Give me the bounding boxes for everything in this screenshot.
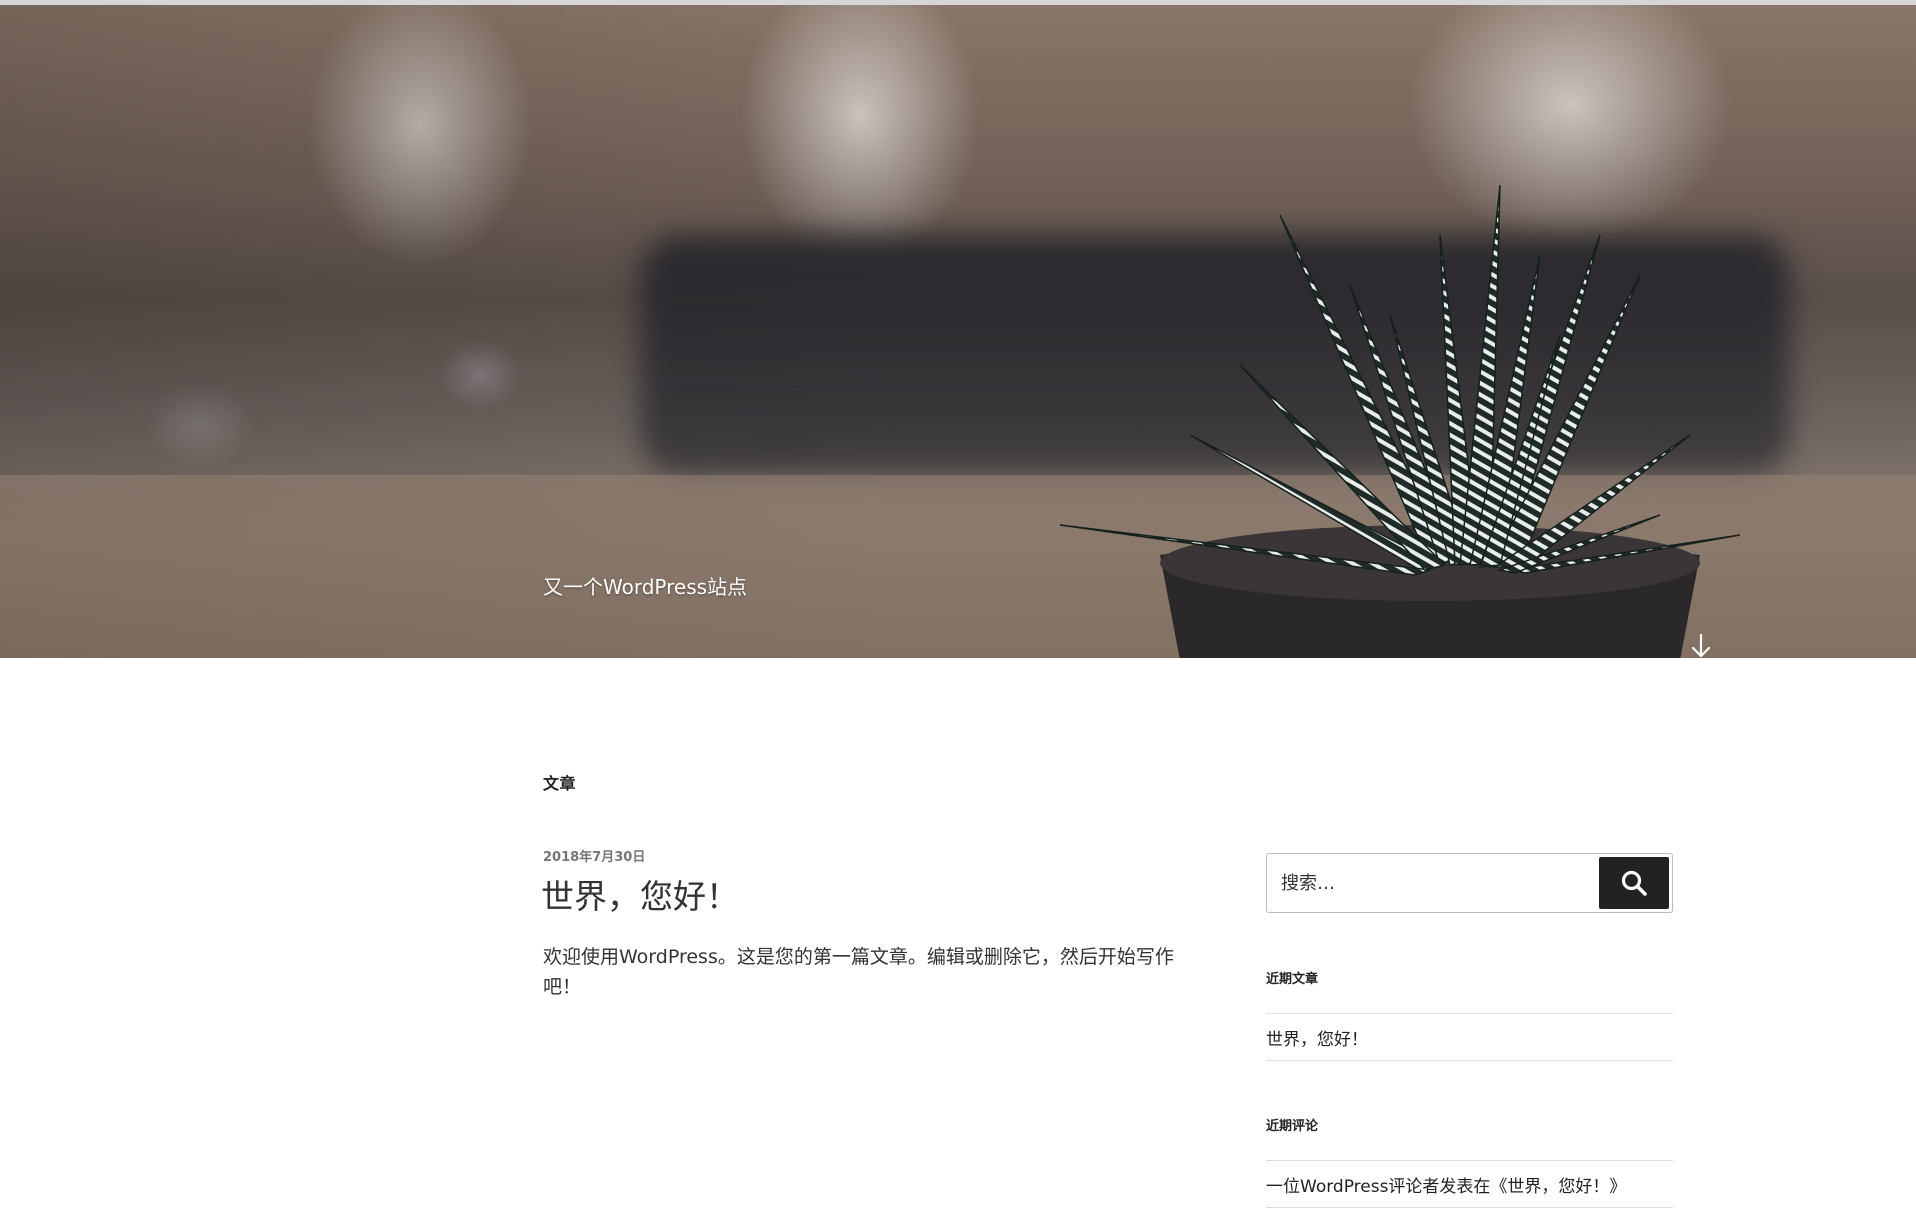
recent-comment-link[interactable]: 一位WordPress评论者发表在《世界，您好！》 [1266,1172,1626,1197]
post-title-link[interactable]: 世界，您好！ [541,870,739,918]
recent-comments-title: 近期评论 [1266,1119,1319,1134]
page-title: 文章 [543,774,577,793]
divider [1266,1160,1673,1161]
divider [1266,1013,1673,1014]
post-date-link[interactable]: 2018年7月30日 [543,846,645,865]
arrow-down-icon [1691,633,1711,658]
recent-post-link[interactable]: 世界，您好！ [1266,1025,1368,1050]
search-icon [1621,870,1647,896]
succulent-plant-image [1059,184,1740,658]
divider [1266,1207,1673,1208]
recent-posts-title: 近期文章 [1266,972,1319,987]
post-excerpt: 欢迎使用WordPress。这是您的第一篇文章。编辑或删除它，然后开始写作吧！ [543,946,1174,998]
site-description: 又一个WordPress站点 [543,575,748,599]
search-input[interactable] [1267,854,1597,912]
search-button[interactable] [1599,857,1669,909]
header-image: 又一个WordPress站点 [0,5,1916,658]
divider [1266,1060,1673,1061]
scroll-down-button[interactable] [1686,631,1716,658]
search-form [1266,853,1673,913]
